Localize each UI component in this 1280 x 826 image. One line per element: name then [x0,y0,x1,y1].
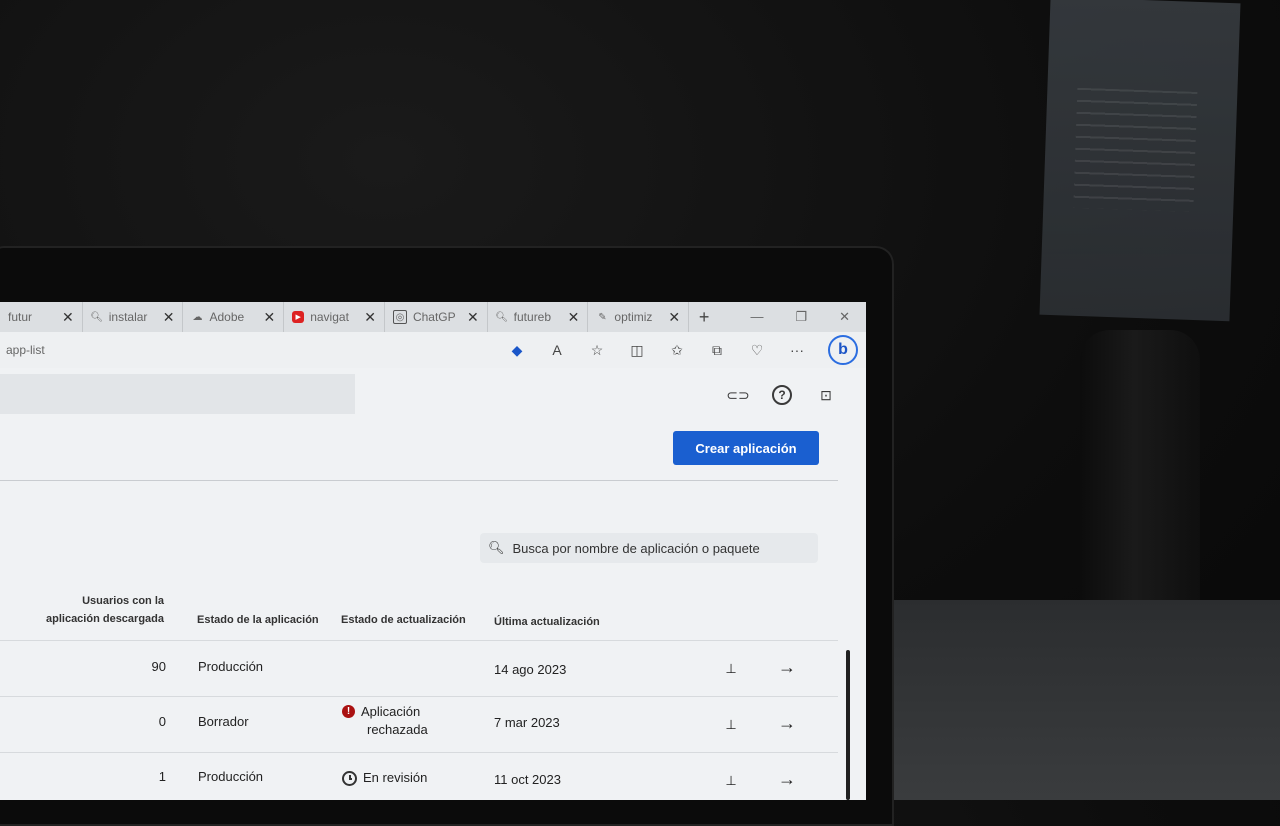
tab-title: Adobe [209,310,245,324]
tab-title: navigat [310,310,349,324]
tab-title: instalar [108,310,148,324]
arrow-right-icon[interactable]: → [778,769,796,790]
column-header-last-update[interactable]: Última actualización [494,616,600,628]
feedback-icon[interactable]: ⊡ [816,385,836,405]
search-box[interactable]: 🔍︎ Busca por nombre de aplicación o paqu… [480,533,818,563]
tab-5[interactable]: ◎ ChatGP ✕ [385,302,488,332]
tab-4[interactable]: ▶ navigat ✕ [284,302,385,332]
page-content: ⊂⊃ ? ⊡ Crear aplicación 🔍︎ Busca por nom… [0,368,866,800]
tab-7[interactable]: ✎ optimiz ✕ [588,302,690,332]
update-state: ! Aplicación rechazada [342,703,428,739]
tab-title: futureb [513,310,552,324]
header-bar [0,374,355,414]
minimize-icon[interactable]: — [750,309,763,325]
scrollbar[interactable] [846,650,850,800]
update-state-text: Aplicación rechazada [361,703,428,739]
update-state: En revisión [342,769,427,787]
link-icon[interactable]: ⊂⊃ [726,385,749,405]
price-tag-icon[interactable]: ◆ [508,341,526,359]
desk-surface [890,600,1280,800]
table-row[interactable]: 0 Borrador ! Aplicación rechazada 7 mar … [0,696,838,753]
app-state: Producción [198,769,264,784]
favorites-icon[interactable]: ✩ [668,341,686,359]
read-aloud-icon[interactable]: A [548,341,566,359]
column-header-users[interactable]: Usuarios con la aplicación descargada [30,592,164,628]
pin-icon[interactable]: ⊥ [724,661,738,677]
search-icon: 🔍︎ [90,311,104,323]
close-tab-icon[interactable]: ✕ [364,309,376,326]
users-count: 0 [158,714,166,729]
search-icon: 🔍︎ [495,311,509,323]
app-state: Borrador [198,714,249,729]
tab-title: optimiz [614,310,653,324]
collections-icon[interactable]: ⧉ [708,341,726,359]
create-app-button[interactable]: Crear aplicación [673,431,819,465]
cloud-icon: ☁ [192,311,203,323]
close-window-icon[interactable]: ✕ [839,309,850,325]
header-icons: ⊂⊃ ? ⊡ [726,385,836,405]
chatgpt-icon: ◎ [392,310,407,324]
more-icon[interactable]: ··· [788,341,806,359]
last-update-date: 14 ago 2023 [494,662,567,677]
browser-essentials-icon[interactable]: ♡ [748,341,766,359]
pin-icon[interactable]: ⊥ [724,773,738,789]
column-header-update-state[interactable]: Estado de actualización [341,614,466,626]
column-header-app-state[interactable]: Estado de la aplicación [197,614,319,626]
split-screen-icon[interactable]: ◫ [628,341,646,359]
search-placeholder[interactable]: Busca por nombre de aplicación o paquete [513,541,760,556]
bing-chat-icon[interactable]: b [828,335,858,365]
url-text[interactable]: app-list [6,343,508,357]
restore-icon[interactable]: ❐ [795,309,807,325]
new-tab-button[interactable]: + [689,307,719,328]
column-header-users-line1: Usuarios con la [82,595,164,607]
table-row[interactable]: 1 Producción En revisión 11 oct 2023 ⊥ → [0,752,838,800]
table-header: Usuarios con la aplicación descargada Es… [0,588,838,638]
column-header-users-line2: aplicación descargada [46,613,164,625]
tab-1[interactable]: futur ✕ [0,302,83,332]
tab-6[interactable]: 🔍︎ futureb ✕ [488,302,589,332]
youtube-icon: ▶ [292,311,305,323]
tab-strip: futur ✕ 🔍︎ instalar ✕ ☁ Adobe ✕ ▶ naviga… [0,302,866,332]
users-count: 1 [158,769,166,784]
close-tab-icon[interactable]: ✕ [668,309,680,326]
last-update-date: 11 oct 2023 [494,772,561,787]
edit-icon: ✎ [598,311,607,323]
pin-icon[interactable]: ⊥ [724,717,738,733]
update-state-line2: rechazada [367,722,428,737]
close-tab-icon[interactable]: ✕ [467,309,479,326]
divider [0,480,838,481]
tab-2[interactable]: 🔍︎ instalar ✕ [83,302,184,332]
close-tab-icon[interactable]: ✕ [62,309,74,326]
table-row[interactable]: 90 Producción 14 ago 2023 ⊥ → [0,640,838,697]
tab-3[interactable]: ☁ Adobe ✕ [183,302,285,332]
search-icon: 🔍︎ [488,540,505,555]
browser-toolbar: ◆ A ☆ ◫ ✩ ⧉ ♡ ··· b [508,335,866,365]
browser-window: futur ✕ 🔍︎ instalar ✕ ☁ Adobe ✕ ▶ naviga… [0,302,866,800]
address-bar[interactable]: app-list ◆ A ☆ ◫ ✩ ⧉ ♡ ··· b [0,332,866,368]
tab-title: ChatGP [412,310,455,324]
update-state-line1: Aplicación [361,704,421,719]
wall-poster [1039,0,1241,322]
tab-title: futur [8,310,33,324]
last-update-date: 7 mar 2023 [494,715,560,730]
favorite-star-icon[interactable]: ☆ [588,341,606,359]
arrow-right-icon[interactable]: → [778,657,796,678]
users-count: 90 [151,659,166,674]
arrow-right-icon[interactable]: → [778,713,796,734]
app-state: Producción [198,659,264,674]
window-controls: — ❐ ✕ [750,309,866,325]
update-state-text: En revisión [363,770,428,785]
help-icon[interactable]: ? [772,385,792,405]
error-icon: ! [342,705,355,718]
clock-icon [342,771,357,786]
close-tab-icon[interactable]: ✕ [263,309,275,326]
close-tab-icon[interactable]: ✕ [568,309,580,326]
close-tab-icon[interactable]: ✕ [163,309,175,326]
